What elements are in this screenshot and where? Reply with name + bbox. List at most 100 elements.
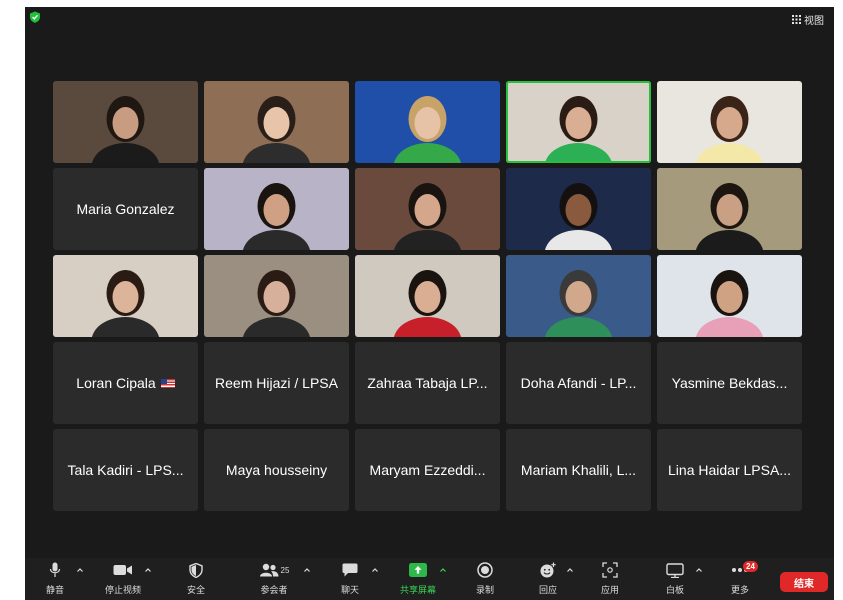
share-screen-icon: [409, 563, 427, 577]
participant-video: [657, 168, 802, 250]
participant-video-tile[interactable]: [355, 81, 500, 163]
stop-video-button[interactable]: 停止视频: [98, 561, 148, 596]
participant-video-tile[interactable]: [204, 81, 349, 163]
participant-name: Zahraa Tabaja LP...: [355, 342, 500, 424]
participant-video-tile[interactable]: [657, 168, 802, 250]
person-face: [565, 194, 592, 226]
participant-name-text: Loran Cipala: [76, 375, 156, 391]
participant-name-text: Tala Kadiri - LPS...: [67, 462, 184, 478]
participant-name-tile[interactable]: Mariam Khalili, L...: [506, 429, 651, 511]
participant-name-tile[interactable]: Tala Kadiri - LPS...: [53, 429, 198, 511]
participant-video-tile[interactable]: [53, 255, 198, 337]
participant-name-tile[interactable]: Lina Haidar LPSA...: [657, 429, 802, 511]
participant-name-tile[interactable]: Doha Afandi - LP...: [506, 342, 651, 424]
security-button[interactable]: 安全: [171, 561, 221, 596]
participant-video: [657, 81, 802, 163]
participant-name-tile[interactable]: Maryam Ezzeddi...: [355, 429, 500, 511]
record-icon: [477, 562, 493, 578]
chat-bubble-icon: [342, 563, 358, 577]
whiteboard-options-chevron-icon[interactable]: [695, 566, 703, 574]
microphone-icon: [49, 562, 61, 577]
participant-video-tile[interactable]: [657, 81, 802, 163]
participant-video-tile[interactable]: [506, 81, 651, 163]
share-screen-label: 共享屏幕: [399, 585, 436, 595]
participant-name-text: Lina Haidar LPSA...: [668, 462, 791, 478]
participants-count: 25: [280, 565, 290, 575]
participant-name-tile[interactable]: Maya housseiny: [204, 429, 349, 511]
participant-video-tile[interactable]: [53, 81, 198, 163]
participant-name-text: Doha Afandi - LP...: [520, 375, 637, 391]
participant-video-tile[interactable]: [204, 168, 349, 250]
chat-label: 聊天: [340, 585, 359, 595]
participant-name: Yasmine Bekdas...: [657, 342, 802, 424]
shield-check-icon[interactable]: [29, 11, 41, 23]
person-face: [565, 107, 592, 139]
participant-name-tile[interactable]: Maria Gonzalez: [53, 168, 198, 250]
participant-name-tile[interactable]: Reem Hijazi / LPSA: [204, 342, 349, 424]
participant-video: [355, 168, 500, 250]
participant-name: Doha Afandi - LP...: [506, 342, 651, 424]
person-face: [112, 281, 139, 313]
video-options-chevron-icon[interactable]: [144, 566, 152, 574]
whiteboard-button[interactable]: 白板: [650, 561, 700, 596]
record-button[interactable]: 录制: [460, 561, 510, 596]
more-label: 更多: [730, 585, 749, 595]
participant-name-text: Maya housseiny: [225, 462, 328, 478]
apps-icon: [602, 562, 618, 578]
participant-video: [355, 81, 500, 163]
participant-video: [204, 255, 349, 337]
mute-button[interactable]: 静音: [30, 561, 80, 596]
participant-video-tile[interactable]: [506, 168, 651, 250]
more-button[interactable]: 24 更多: [715, 561, 765, 596]
apps-button[interactable]: 应用: [585, 561, 635, 596]
participant-video-tile[interactable]: [355, 255, 500, 337]
participant-name: Reem Hijazi / LPSA: [204, 342, 349, 424]
view-label: 视图: [804, 16, 824, 27]
participant-video: [506, 255, 651, 337]
security-label: 安全: [186, 585, 205, 595]
participant-video-tile[interactable]: [506, 255, 651, 337]
participant-name: Lina Haidar LPSA...: [657, 429, 802, 511]
participant-video: [53, 81, 198, 163]
participant-name-tile[interactable]: Zahraa Tabaja LP...: [355, 342, 500, 424]
participant-name-text: Maria Gonzalez: [76, 201, 175, 217]
participant-video: [204, 168, 349, 250]
us-flag-icon: [160, 378, 175, 388]
person-face: [414, 281, 441, 313]
whiteboard-label: 白板: [665, 585, 684, 595]
share-options-chevron-icon[interactable]: [439, 566, 447, 574]
participant-name-text: Maryam Ezzeddi...: [369, 462, 486, 478]
mute-label: 静音: [45, 585, 64, 595]
participants-label: 参会者: [260, 585, 288, 595]
participant-name-text: Yasmine Bekdas...: [671, 375, 788, 391]
participants-options-chevron-icon[interactable]: [303, 566, 311, 574]
record-label: 录制: [475, 585, 494, 595]
participant-video-tile[interactable]: [657, 255, 802, 337]
chat-options-chevron-icon[interactable]: [371, 566, 379, 574]
video-camera-icon: [113, 565, 132, 575]
person-face: [716, 107, 743, 139]
participant-name: Maria Gonzalez: [53, 168, 198, 250]
participant-name-tile[interactable]: Yasmine Bekdas...: [657, 342, 802, 424]
participant-name: Maryam Ezzeddi...: [355, 429, 500, 511]
participants-button[interactable]: 25 参会者: [249, 561, 299, 596]
participant-video: [53, 255, 198, 337]
participant-name: Mariam Khalili, L...: [506, 429, 651, 511]
participant-video: [506, 81, 651, 163]
participant-name: Maya housseiny: [204, 429, 349, 511]
person-face: [112, 107, 139, 139]
end-meeting-button[interactable]: 结束: [780, 572, 828, 592]
participant-name-tile[interactable]: Loran Cipala: [53, 342, 198, 424]
participant-video-tile[interactable]: [204, 255, 349, 337]
share-screen-button[interactable]: 共享屏幕: [393, 561, 443, 596]
view-button[interactable]: 视图: [792, 12, 824, 27]
participant-name-text: Reem Hijazi / LPSA: [215, 375, 338, 391]
mute-options-chevron-icon[interactable]: [76, 566, 84, 574]
reactions-options-chevron-icon[interactable]: [566, 566, 574, 574]
person-face: [716, 194, 743, 226]
participant-video-tile[interactable]: [355, 168, 500, 250]
person-face: [263, 281, 290, 313]
stop-video-label: 停止视频: [104, 585, 141, 595]
chat-button[interactable]: 聊天: [325, 561, 375, 596]
person-face: [414, 107, 441, 139]
